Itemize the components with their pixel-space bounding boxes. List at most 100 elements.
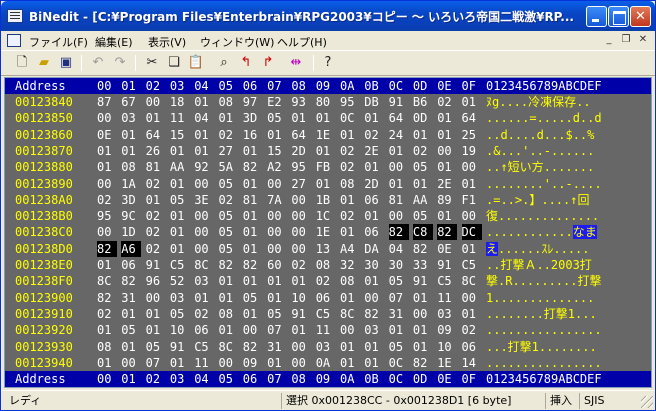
hex-byte[interactable]: 64	[291, 127, 311, 143]
hex-row[interactable]: 001238C0 00 1D 02 01 00 05 01 00 00 1E 01 06 82 C8 82 DC…	[5, 224, 651, 241]
hex-byte[interactable]: DB	[364, 94, 384, 110]
hex-byte[interactable]: 01	[389, 176, 409, 192]
hex-byte[interactable]: 0D	[413, 110, 433, 126]
ascii-text[interactable]: ..↑短い方.......	[486, 159, 651, 175]
hex-byte[interactable]: 01	[340, 355, 360, 371]
hex-byte[interactable]: 26	[146, 143, 166, 159]
hex-byte[interactable]: 15	[170, 127, 190, 143]
hex-byte[interactable]: 03	[364, 322, 384, 338]
hex-byte[interactable]: 1A	[121, 176, 141, 192]
hex-byte[interactable]: 81	[146, 159, 166, 175]
hex-byte[interactable]: 00	[462, 159, 482, 175]
copy-icon[interactable]: ❏	[165, 54, 183, 72]
menu-edit[interactable]: 編集(E)	[95, 34, 133, 50]
title-bar[interactable]: BiNedit - [C:¥Program Files¥Enterbrain¥R…	[1, 1, 655, 31]
find-icon[interactable]: ⌕	[215, 54, 233, 72]
hex-byte[interactable]: 01	[316, 176, 336, 192]
hex-byte[interactable]: 00	[267, 241, 287, 257]
hex-byte[interactable]: 92	[194, 159, 214, 175]
hex-byte[interactable]: 01	[267, 290, 287, 306]
hex-byte[interactable]: 08	[340, 273, 360, 289]
hex-byte[interactable]: FB	[316, 159, 336, 175]
hex-byte[interactable]: 1E	[316, 224, 336, 240]
hex-byte[interactable]: 06	[364, 224, 384, 240]
hex-byte[interactable]: 01	[437, 208, 457, 224]
hex-byte[interactable]: 8C	[462, 273, 482, 289]
hex-byte[interactable]: 01	[170, 143, 190, 159]
hex-byte[interactable]: 8C	[219, 339, 239, 355]
ascii-text[interactable]: ...打撃1........	[486, 339, 651, 355]
hex-byte[interactable]: F1	[462, 192, 482, 208]
ascii-text[interactable]: ......=.....d..d	[486, 110, 651, 126]
hex-byte[interactable]: 00	[121, 355, 141, 371]
hex-byte[interactable]: 1C	[316, 208, 336, 224]
hex-byte[interactable]: 01	[243, 273, 263, 289]
hex-byte[interactable]: 01	[364, 273, 384, 289]
hex-byte[interactable]: C5	[437, 273, 457, 289]
hex-byte[interactable]: 09	[243, 355, 263, 371]
menu-window[interactable]: ウィンドウ(W)	[200, 34, 274, 50]
hex-byte[interactable]: 91	[170, 339, 190, 355]
hex-byte[interactable]: 01	[340, 339, 360, 355]
hex-byte[interactable]: AA	[170, 159, 190, 175]
hex-byte[interactable]: 01	[97, 143, 117, 159]
hex-byte[interactable]: 1E	[437, 355, 457, 371]
ascii-text[interactable]: ﾇg....冷凍保存..	[486, 94, 651, 110]
hex-byte[interactable]: 01	[364, 110, 384, 126]
hex-byte[interactable]: 02	[316, 273, 336, 289]
hex-byte[interactable]: 5A	[219, 159, 239, 175]
hex-byte[interactable]: 01	[340, 290, 360, 306]
maximize-button[interactable]	[608, 6, 629, 27]
hex-byte[interactable]: 03	[121, 110, 141, 126]
hex-byte[interactable]: 01	[219, 290, 239, 306]
hex-byte[interactable]: 01	[121, 306, 141, 322]
hex-byte[interactable]: 00	[291, 224, 311, 240]
ascii-selection[interactable]: なま	[572, 225, 597, 240]
hex-byte[interactable]: 01	[364, 208, 384, 224]
hex-byte[interactable]: 02	[194, 306, 214, 322]
hex-byte[interactable]: 01	[97, 355, 117, 371]
hex-byte[interactable]: 01	[243, 176, 263, 192]
ascii-text[interactable]: ................	[486, 322, 651, 338]
hex-byte[interactable]: 02	[219, 192, 239, 208]
menu-help[interactable]: ヘルプ(H)	[277, 34, 327, 50]
hex-byte[interactable]: 01	[146, 192, 166, 208]
hex-byte[interactable]: 02	[291, 257, 311, 273]
hex-byte[interactable]: 02	[97, 192, 117, 208]
hex-byte[interactable]: 06	[194, 322, 214, 338]
ascii-text[interactable]: ..打撃Ａ..2003打	[486, 257, 651, 273]
hex-byte[interactable]: 91	[146, 257, 166, 273]
hex-byte[interactable]: 00	[243, 322, 263, 338]
hex-byte[interactable]: 02	[97, 306, 117, 322]
ascii-text[interactable]: ................	[486, 355, 651, 371]
hex-byte[interactable]: 01	[340, 127, 360, 143]
minimize-button[interactable]	[586, 6, 607, 27]
hex-byte[interactable]: 00	[219, 355, 239, 371]
hex-byte[interactable]: 91	[413, 273, 433, 289]
hex-byte[interactable]: 01	[316, 143, 336, 159]
hex-row[interactable]: 00123930 08 01 05 91 C5 8C 82 31 00 03 01 01 05 01 10 06…	[5, 338, 651, 355]
hex-byte[interactable]: 01	[291, 273, 311, 289]
hex-byte[interactable]: 9C	[121, 208, 141, 224]
hex-byte[interactable]: 08	[219, 306, 239, 322]
undo-icon[interactable]: ↶	[89, 54, 107, 72]
hex-byte[interactable]: 01	[170, 208, 190, 224]
hex-byte[interactable]: 01	[364, 159, 384, 175]
hex-byte[interactable]: 00	[194, 208, 214, 224]
hex-byte[interactable]: 64	[389, 110, 409, 126]
hex-byte[interactable]: 07	[389, 290, 409, 306]
hex-byte[interactable]: 05	[219, 176, 239, 192]
hex-byte[interactable]: 00	[146, 94, 166, 110]
close-button[interactable]	[630, 6, 651, 27]
hex-byte[interactable]: A2	[267, 159, 287, 175]
hex-byte[interactable]: 27	[291, 176, 311, 192]
hex-byte[interactable]: 01	[243, 208, 263, 224]
hex-byte[interactable]: 93	[291, 94, 311, 110]
hex-byte[interactable]: 80	[316, 94, 336, 110]
hex-byte[interactable]: 1E	[316, 127, 336, 143]
hex-byte[interactable]: 82	[97, 290, 117, 306]
hex-byte[interactable]: 60	[267, 257, 287, 273]
hex-byte[interactable]: 06	[121, 257, 141, 273]
hex-byte[interactable]: 00	[267, 208, 287, 224]
hex-byte[interactable]: 02	[219, 127, 239, 143]
